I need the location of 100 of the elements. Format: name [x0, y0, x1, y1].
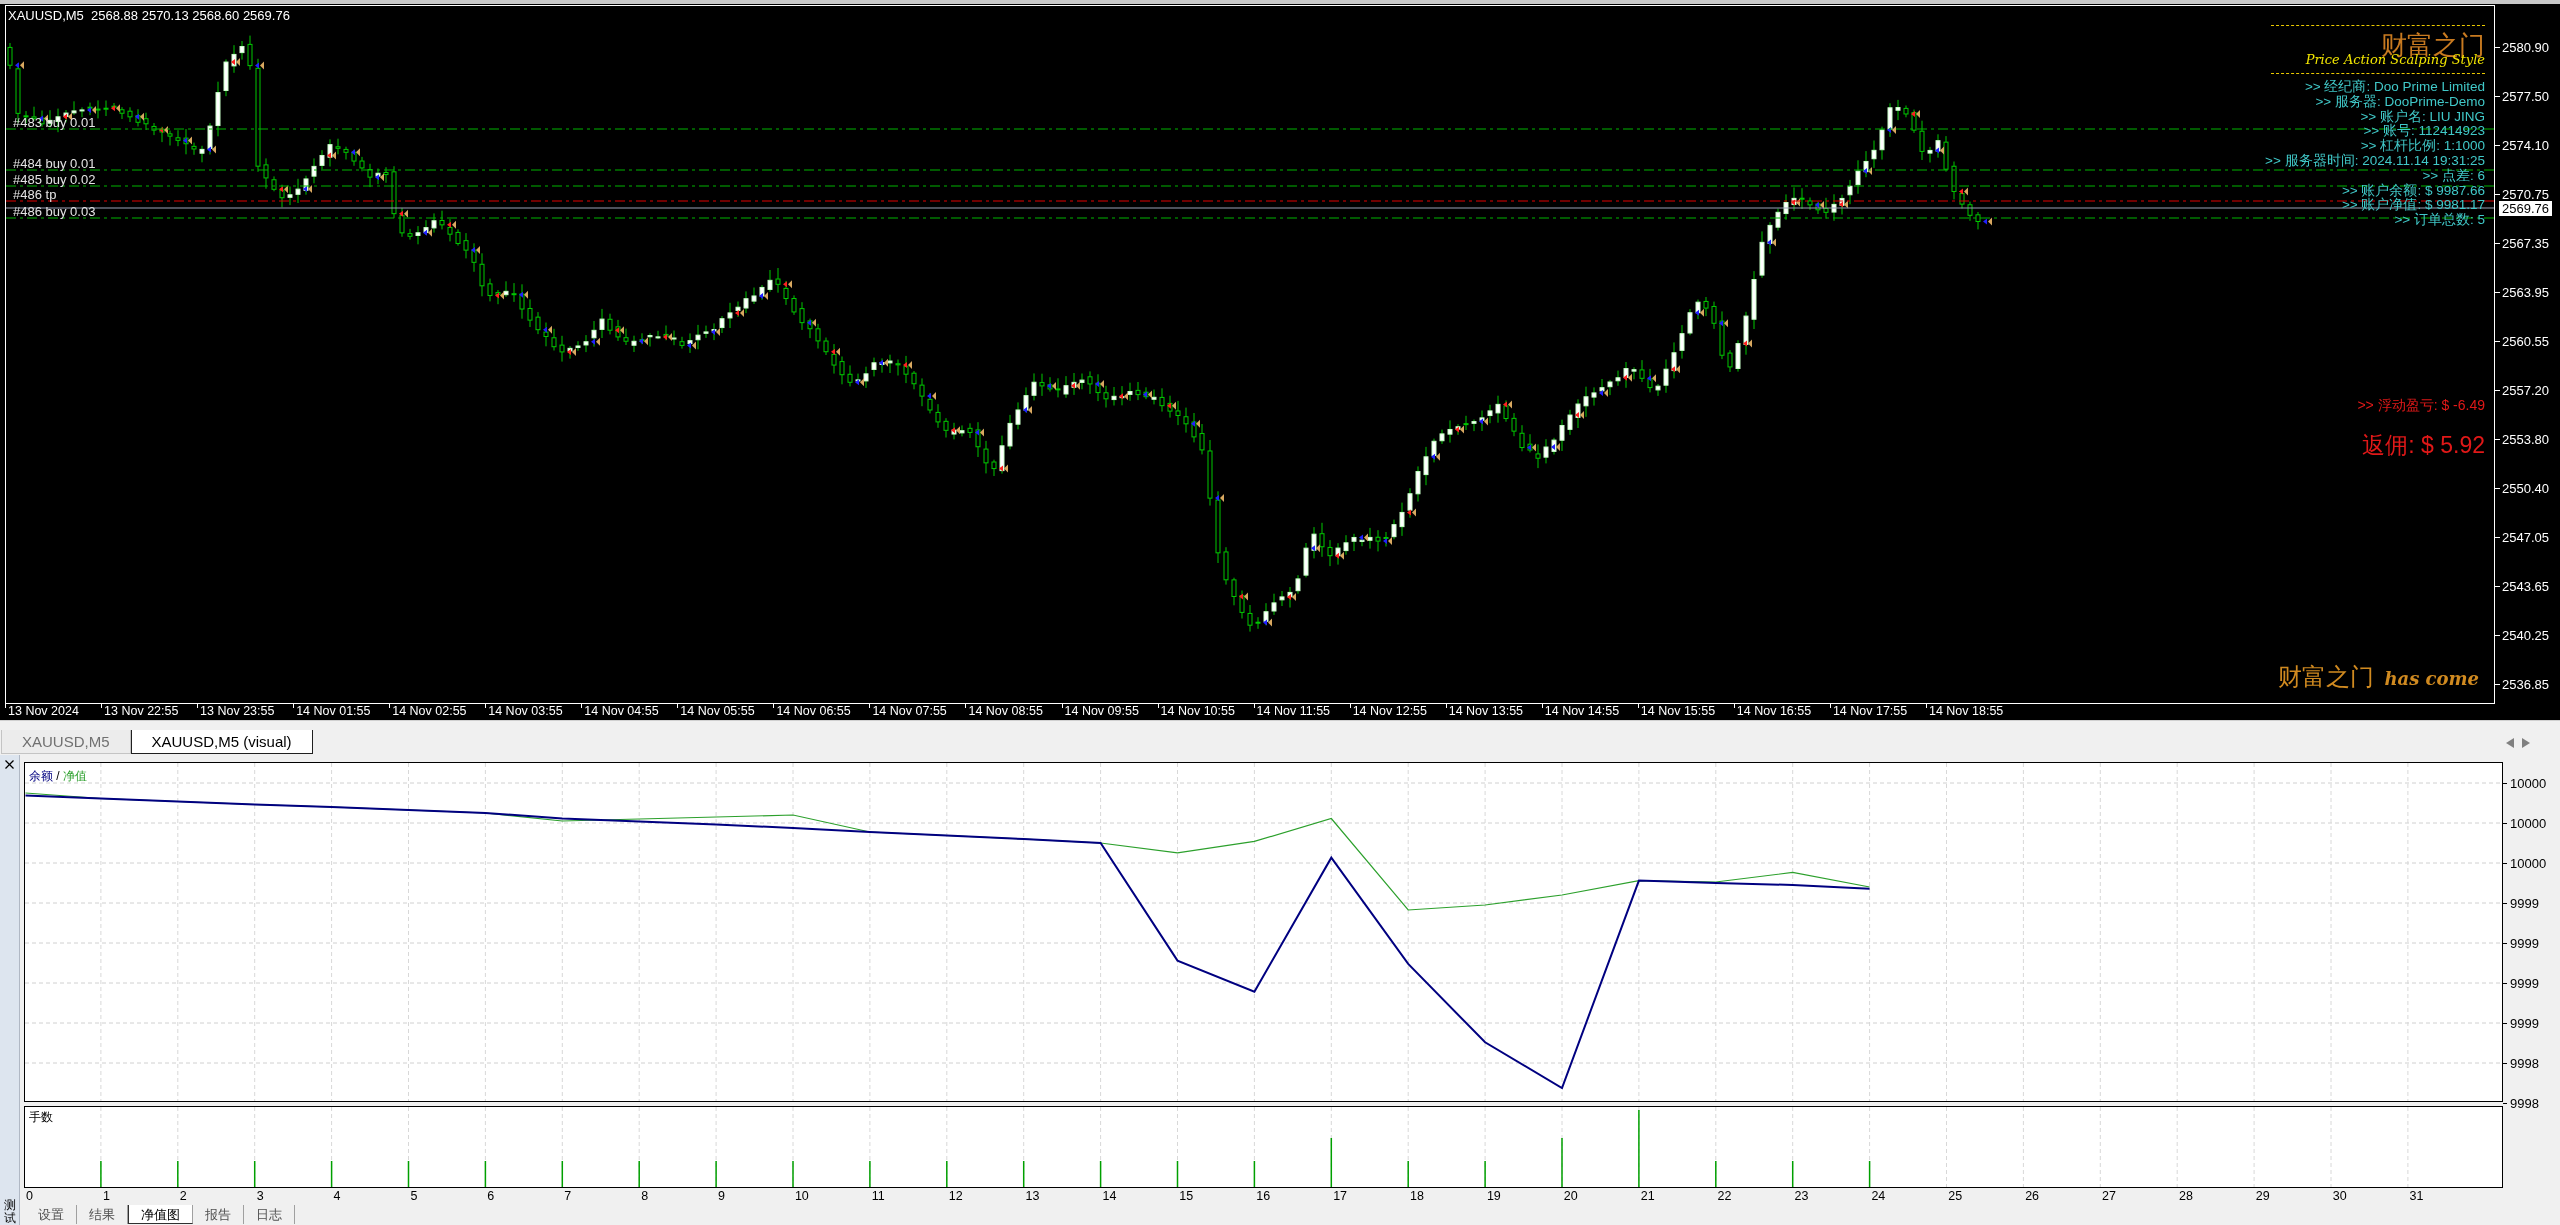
- time-axis-label: 14 Nov 12:55: [1352, 704, 1427, 719]
- time-axis-label: 14 Nov 09:55: [1064, 704, 1139, 719]
- x-axis-label: 22: [1716, 1188, 1733, 1205]
- time-axis-label: 14 Nov 15:55: [1640, 704, 1716, 719]
- tester-tab[interactable]: 日志: [244, 1205, 295, 1224]
- account-info-line: >> 服务器时间: 2024.11.14 19:31:25: [2265, 154, 2485, 168]
- lot-bar: [561, 1161, 564, 1187]
- price-axis-label: 2580.90: [2502, 39, 2549, 55]
- lot-bar: [1022, 1161, 1025, 1187]
- x-axis-label: 16: [1255, 1188, 1272, 1205]
- x-axis-label: 24: [1870, 1188, 1887, 1205]
- price-axis-label: 2567.35: [2502, 235, 2549, 251]
- x-axis-label: 25: [1947, 1188, 1964, 1205]
- price-axis-label: 2560.55: [2502, 333, 2549, 349]
- lot-bar: [1868, 1161, 1871, 1187]
- x-axis-label: 17: [1332, 1188, 1349, 1205]
- order-label: #484 buy 0.01: [13, 157, 96, 171]
- account-info-line: >> 账户净值: $ 9981.17: [2341, 198, 2485, 213]
- x-axis-label: 27: [2101, 1188, 2117, 1205]
- y-axis-label: 9999: [2510, 1015, 2539, 1031]
- x-axis-label: 15: [1178, 1188, 1195, 1205]
- account-info-line: >> 账户名: LIU JING: [2360, 109, 2485, 124]
- x-axis-label: 14: [1101, 1188, 1118, 1205]
- account-info-line: >> 账户余额: $ 9987.66: [2341, 183, 2485, 198]
- time-axis-label: 14 Nov 13:55: [1448, 704, 1524, 719]
- time-axis-label: 14 Nov 07:55: [872, 704, 947, 719]
- lot-bar: [407, 1161, 410, 1187]
- time-axis-label: 14 Nov 18:55: [1928, 704, 2004, 719]
- x-axis-label: 0: [25, 1188, 34, 1205]
- x-axis-label: 30: [2331, 1188, 2348, 1205]
- account-info-line: >> 经纪商: Doo Prime Limited: [2304, 80, 2485, 94]
- x-axis-label: 13: [1024, 1188, 1041, 1205]
- time-axis-label: 13 Nov 23:55: [200, 704, 275, 719]
- time-axis-label: 14 Nov 04:55: [584, 704, 659, 719]
- x-axis-label: 1: [101, 1188, 111, 1205]
- brand-title: 财富之门: [2278, 663, 2375, 691]
- account-info-line: >> 订单总数: 5: [2394, 213, 2485, 228]
- tester-tab[interactable]: 报告: [193, 1205, 244, 1224]
- x-axis-label: 12: [947, 1188, 964, 1205]
- y-axis-label: 10000: [2510, 775, 2547, 791]
- account-info-line: >> 点差: 6: [2422, 168, 2485, 184]
- y-axis-label: 9999: [2510, 895, 2539, 911]
- lot-bar: [1330, 1138, 1333, 1187]
- lot-bar: [1176, 1161, 1179, 1187]
- x-axis-label: 10: [793, 1188, 810, 1205]
- price-axis-label: 2536.85: [2502, 676, 2549, 692]
- time-axis-label: 14 Nov 01:55: [296, 704, 371, 719]
- time-axis-label: 14 Nov 10:55: [1160, 704, 1235, 719]
- lot-bar: [1253, 1161, 1256, 1187]
- chart-tab[interactable]: XAUUSD,M5: [1, 730, 131, 754]
- time-axis-label: 14 Nov 08:55: [968, 704, 1043, 719]
- order-label: #485 buy 0.02: [13, 173, 96, 187]
- tester-tab[interactable]: 净值图: [128, 1205, 193, 1224]
- time-axis-label: 14 Nov 14:55: [1544, 704, 1620, 719]
- price-axis-label: 2553.80: [2502, 431, 2549, 447]
- order-label: #483 buy 0.01: [13, 116, 96, 130]
- chart-tab[interactable]: XAUUSD,M5 (visual): [130, 730, 313, 754]
- account-info-line: >> 账号: 112414923: [2363, 124, 2485, 139]
- price-axis-label: 2550.40: [2502, 480, 2549, 496]
- x-axis-label: 28: [2177, 1188, 2194, 1205]
- lot-bar: [330, 1161, 333, 1187]
- x-axis-label: 21: [1639, 1188, 1656, 1205]
- x-axis-label: 8: [640, 1188, 650, 1205]
- chart-header: XAUUSD,M5 2568.88 2570.13 2568.60 2569.76: [8, 8, 290, 23]
- price-axis-label: 2557.20: [2502, 382, 2549, 398]
- x-axis-label: 18: [1409, 1188, 1425, 1205]
- price-axis-label: 2547.05: [2502, 529, 2549, 545]
- time-axis-label: 13 Nov 2024: [8, 704, 79, 719]
- tester-tab[interactable]: 设置: [26, 1205, 77, 1224]
- order-label: #486 buy 0.03: [13, 205, 96, 219]
- x-axis-label: 7: [563, 1188, 573, 1205]
- time-axis-label: 13 Nov 22:55: [104, 704, 179, 719]
- x-axis-label: 20: [1562, 1188, 1579, 1205]
- y-axis-label: 9999: [2510, 975, 2539, 991]
- account-info-line: >> 杠杆比例: 1:1000: [2360, 139, 2485, 154]
- account-info-line: >> 服务器: DooPrime-Demo: [2315, 94, 2485, 109]
- price-axis-label: 2563.95: [2502, 284, 2549, 300]
- y-axis-label: 10000: [2510, 815, 2547, 831]
- floating-profit-text: >> 浮动盈亏: $ -6.49: [2357, 397, 2485, 413]
- x-axis-label: 31: [2408, 1188, 2425, 1205]
- scroll-left-icon[interactable]: [2506, 737, 2514, 748]
- time-axis-label: 14 Nov 17:55: [1832, 704, 1908, 719]
- tester-side-label: 测试: [3, 1198, 16, 1225]
- y-axis-label: 9999: [2510, 935, 2539, 951]
- price-axis-label: 2543.65: [2502, 578, 2549, 594]
- price-axis-label: 2570.75: [2502, 186, 2549, 202]
- lot-bar: [253, 1161, 256, 1187]
- lot-bar: [484, 1161, 487, 1187]
- rebate-text: 返佣: $ 5.92: [2362, 431, 2485, 459]
- y-axis-label: 10000: [2510, 855, 2547, 871]
- scroll-right-icon[interactable]: [2522, 737, 2530, 748]
- x-axis-label: 6: [486, 1188, 496, 1205]
- x-axis-label: 29: [2254, 1188, 2271, 1205]
- x-axis-label: 9: [717, 1188, 726, 1205]
- price-axis-label: 2577.50: [2502, 88, 2549, 104]
- close-icon[interactable]: [5, 760, 14, 769]
- time-axis-label: 14 Nov 05:55: [680, 704, 755, 719]
- chart-legend: 余额 / 净值: [29, 769, 88, 783]
- y-axis-label: 9998: [2510, 1055, 2539, 1071]
- price-axis-label: 2540.25: [2502, 627, 2549, 643]
